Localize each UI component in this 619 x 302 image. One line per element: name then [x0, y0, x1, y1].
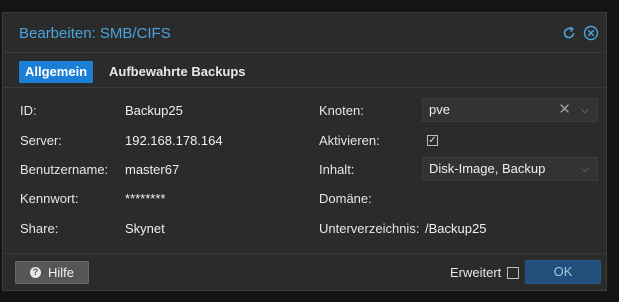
dialog-footer: ? Hilfe Erweitert OK: [3, 253, 606, 291]
chevron-down-icon[interactable]: ⌵: [581, 99, 589, 121]
enable-label: Aktivieren:: [319, 133, 380, 148]
domain-label: Domäne:: [319, 191, 372, 206]
help-icon: ?: [30, 267, 41, 278]
form-panel: ID: Backup25 Server: 192.168.178.164 Ben…: [3, 88, 606, 253]
chevron-down-icon[interactable]: ⌵: [581, 158, 589, 180]
nodes-combobox[interactable]: pve ✕ ⌵: [422, 98, 598, 122]
help-button[interactable]: ? Hilfe: [15, 261, 89, 284]
password-label: Kennwort:: [20, 191, 79, 206]
content-value: Disk-Image, Backup: [429, 161, 546, 176]
id-value: Backup25: [125, 103, 183, 118]
server-label: Server:: [20, 133, 62, 148]
password-value: ********: [125, 191, 166, 206]
enable-checkbox[interactable]: ✓: [427, 135, 438, 146]
nodes-label: Knoten:: [319, 103, 364, 118]
username-label: Benutzername:: [20, 162, 109, 177]
tab-bar: Allgemein Aufbewahrte Backups: [3, 53, 606, 88]
share-label: Share:: [20, 221, 59, 236]
reset-icon[interactable]: [561, 25, 577, 41]
dialog-title: Bearbeiten: SMB/CIFS: [19, 25, 171, 42]
content-label: Inhalt:: [319, 162, 355, 177]
subdir-value: /Backup25: [425, 221, 487, 236]
ok-button[interactable]: OK: [525, 260, 601, 284]
advanced-checkbox[interactable]: [507, 267, 519, 279]
dialog-titlebar: Bearbeiten: SMB/CIFS: [3, 13, 606, 53]
edit-storage-dialog: Bearbeiten: SMB/CIFS Allgemein Aufbewahr…: [2, 12, 607, 291]
id-label: ID:: [20, 103, 37, 118]
content-combobox[interactable]: Disk-Image, Backup ⌵: [422, 157, 598, 181]
nodes-value: pve: [429, 102, 450, 117]
help-button-label: Hilfe: [48, 265, 75, 280]
share-value: Skynet: [125, 221, 165, 236]
subdir-label: Unterverzeichnis:: [319, 221, 420, 236]
advanced-label: Erweitert: [450, 265, 502, 280]
server-value: 192.168.178.164: [125, 133, 223, 148]
close-icon[interactable]: [583, 25, 599, 41]
tab-general[interactable]: Allgemein: [19, 61, 93, 83]
username-value: master67: [125, 162, 180, 177]
tab-backup-retention[interactable]: Aufbewahrte Backups: [103, 61, 253, 83]
clear-icon[interactable]: ✕: [558, 99, 571, 121]
